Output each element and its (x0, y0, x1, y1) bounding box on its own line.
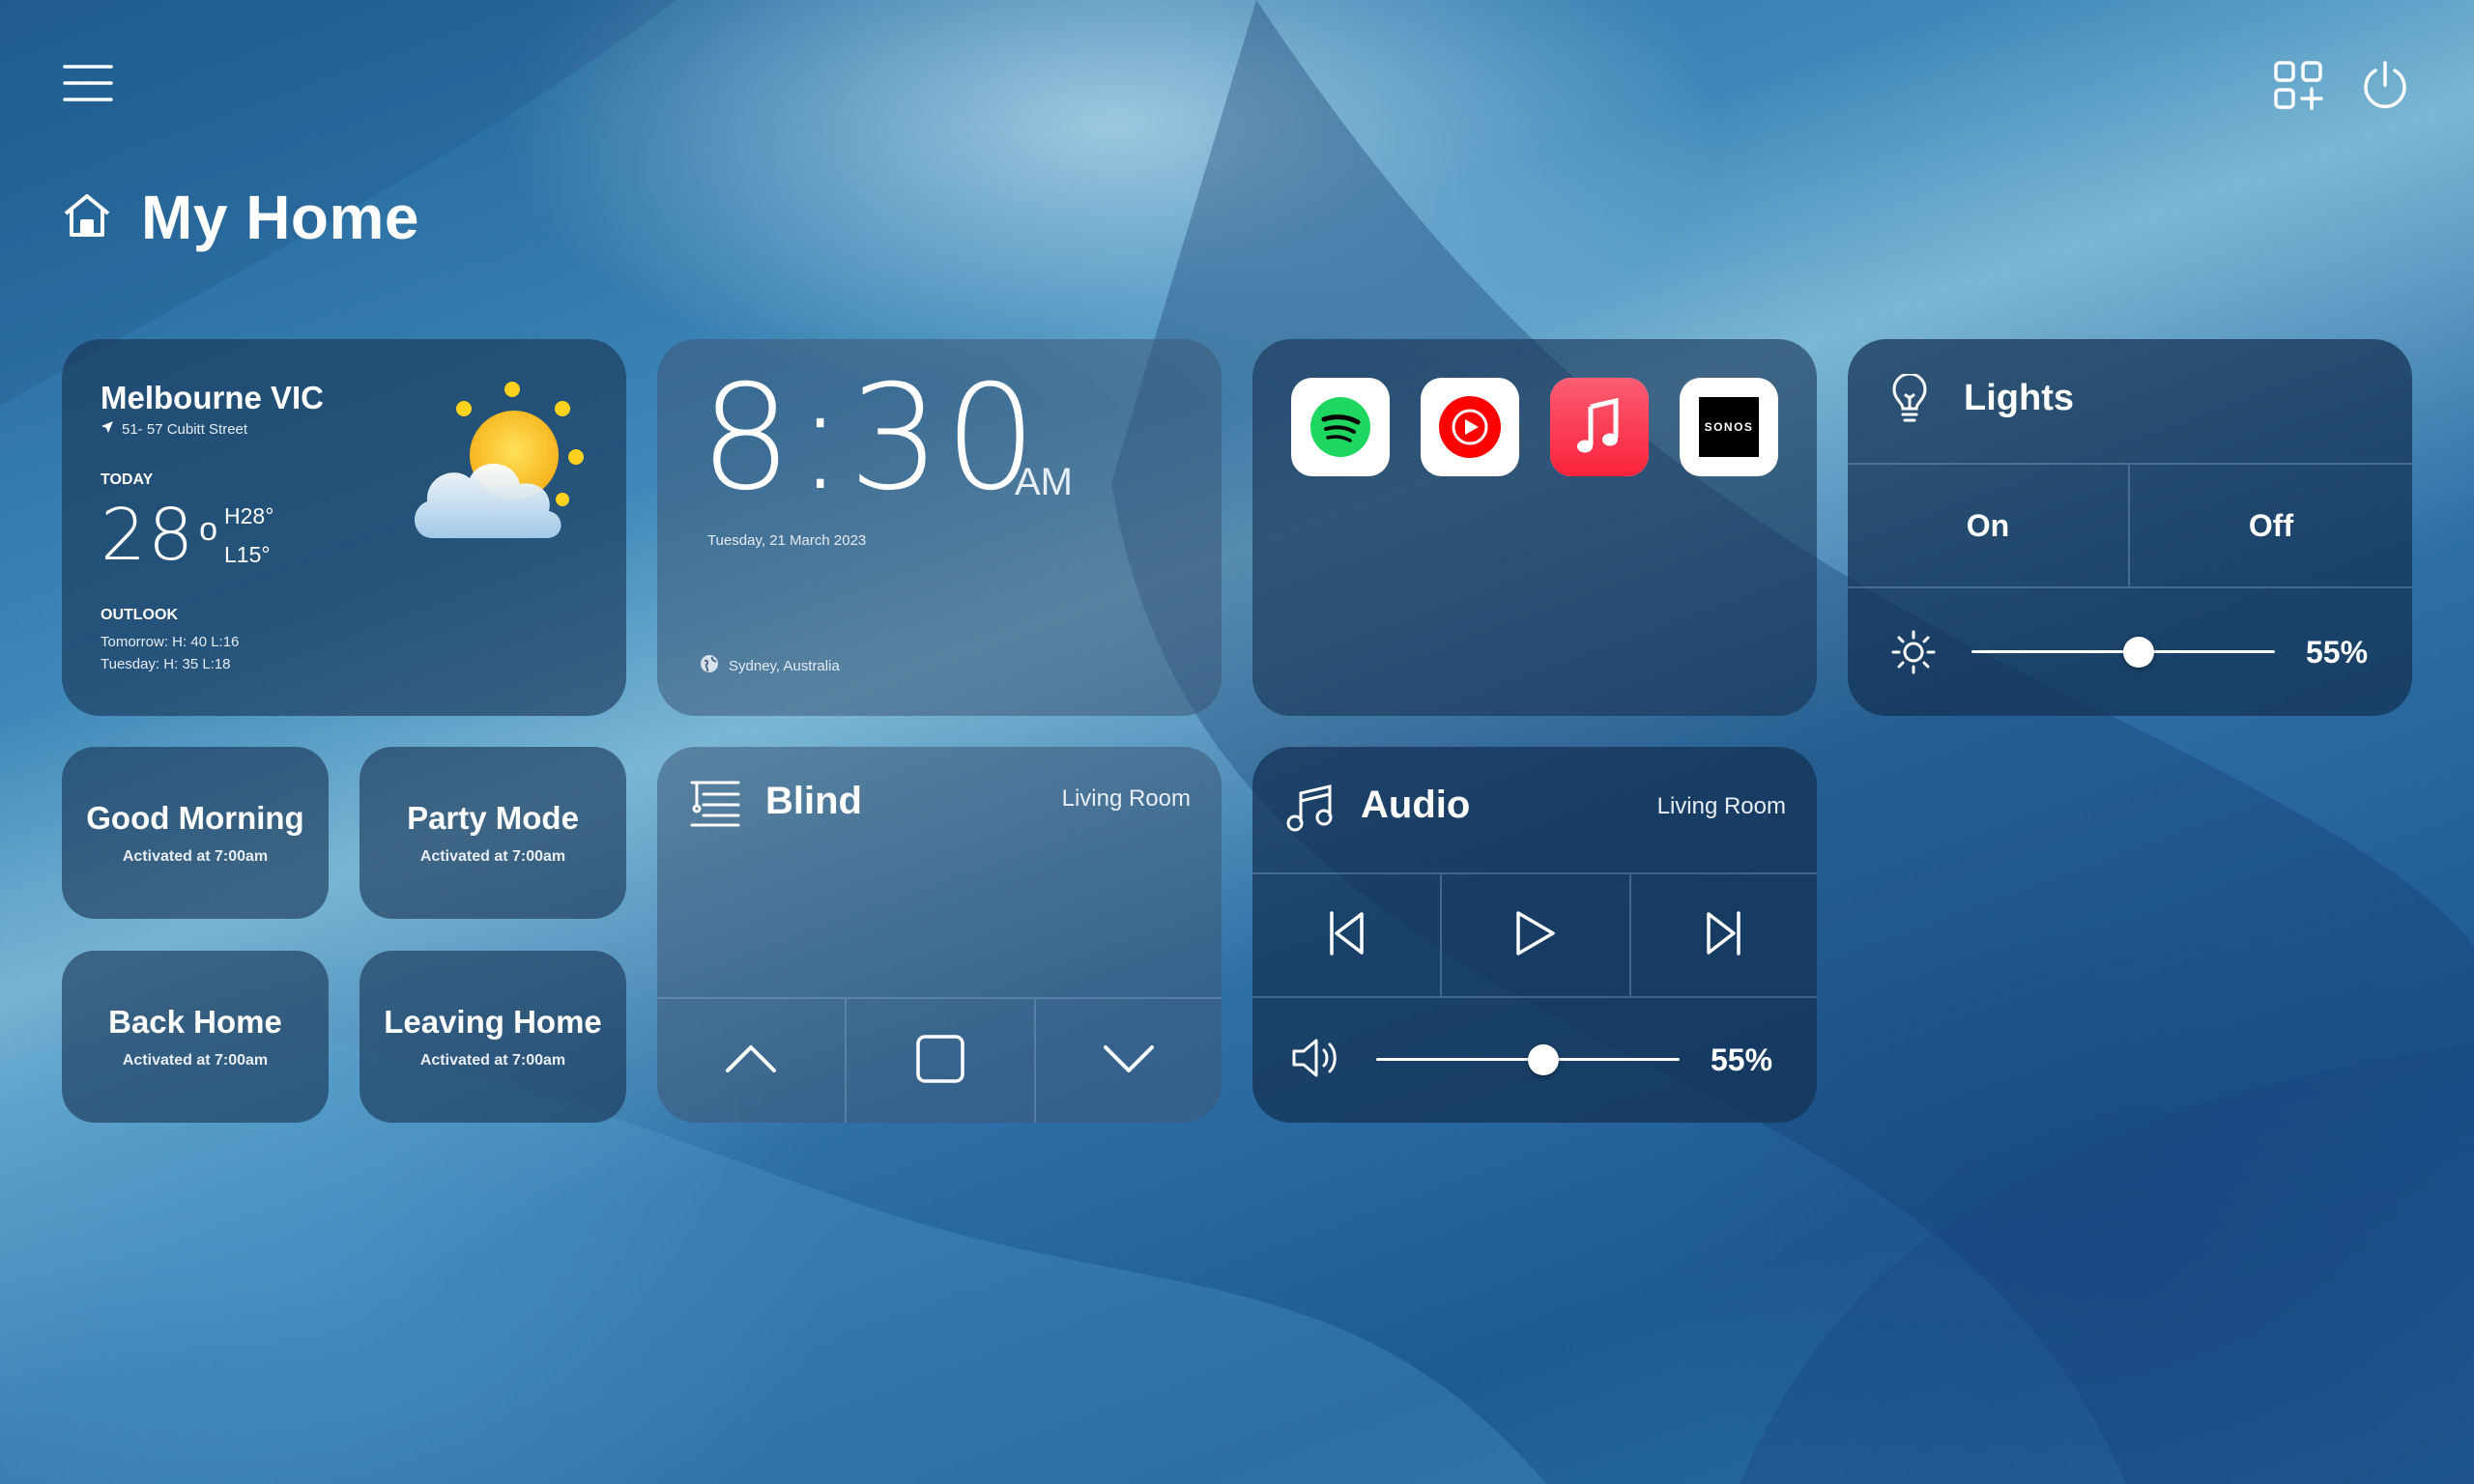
music-note-icon (1285, 784, 1334, 839)
stop-square-icon (915, 1034, 965, 1089)
blind-down-button[interactable] (1036, 999, 1222, 1123)
blind-title: Blind (765, 780, 862, 822)
high-temp: H28° (224, 503, 274, 528)
scene-leaving-home[interactable]: Leaving Home Activated at 7:00am (360, 951, 626, 1123)
scene-back-home[interactable]: Back Home Activated at 7:00am (62, 951, 329, 1123)
volume-slider-thumb[interactable] (1527, 1044, 1559, 1075)
skip-forward-icon (1705, 910, 1743, 961)
brightness-sun-icon (1890, 629, 1937, 680)
weather-address: 51- 57 Cubitt Street (122, 421, 248, 438)
scene-status: Activated at 7:00am (419, 848, 566, 865)
weather-city: Melbourne VIC (101, 380, 325, 415)
outlook-tuesday: Tuesday: H: 35 L:18 (101, 656, 231, 672)
add-widget-grid-icon[interactable] (2273, 60, 2323, 110)
page-header: My Home (62, 182, 419, 253)
brightness-slider-thumb[interactable] (2122, 637, 2154, 668)
blind-up-button[interactable] (657, 999, 845, 1123)
clock-time: 8:30 (700, 355, 1041, 523)
scene-party-mode[interactable]: Party Mode Activated at 7:00am (360, 747, 626, 919)
weather-card[interactable]: Melbourne VIC 51- 57 Cubitt Street TODAY… (62, 339, 626, 716)
brightness-percent: 55% (2306, 635, 2369, 670)
scene-status: Activated at 7:00am (122, 848, 269, 865)
lights-card: Lights On Off 55% (1848, 339, 2412, 716)
current-temperature: 28 (101, 494, 196, 577)
lights-title: Lights (1964, 378, 2074, 418)
lights-on-button[interactable]: On (1848, 465, 2128, 586)
skip-back-icon (1327, 910, 1366, 961)
play-icon (1514, 909, 1557, 962)
location-arrow-icon (101, 420, 114, 439)
partly-cloudy-sun-icon (406, 382, 590, 551)
audio-room: Living Room (1656, 793, 1786, 819)
globe-icon (700, 654, 719, 678)
scene-status: Activated at 7:00am (122, 1052, 269, 1069)
scene-name: Good Morning (86, 800, 304, 836)
outlook-tomorrow: Tomorrow: H: 40 L:16 (101, 634, 240, 650)
clock-card: 8:30 AM Tuesday, 21 March 2023 Sydney, A… (657, 339, 1222, 716)
play-button[interactable] (1442, 874, 1629, 996)
clock-location: Sydney, Australia (729, 658, 840, 674)
today-label: TODAY (101, 471, 154, 488)
power-icon[interactable] (2360, 60, 2410, 110)
degree-symbol: o (199, 511, 218, 548)
volume-speaker-icon (1291, 1037, 1341, 1084)
lights-on-label: On (1966, 507, 2010, 543)
hamburger-menu-icon[interactable] (62, 62, 114, 104)
chevron-up-icon (724, 1043, 778, 1079)
spotify-icon[interactable] (1291, 378, 1390, 476)
scene-good-morning[interactable]: Good Morning Activated at 7:00am (62, 747, 329, 919)
skip-back-button[interactable] (1252, 874, 1440, 996)
blind-card: Blind Living Room (657, 747, 1222, 1123)
audio-card: Audio Living Room 55% (1252, 747, 1817, 1123)
page-title: My Home (141, 183, 419, 252)
apple-music-icon[interactable] (1550, 378, 1649, 476)
blind-icon (690, 780, 740, 833)
youtube-music-icon[interactable] (1421, 378, 1519, 476)
home-icon (62, 192, 112, 243)
blind-stop-button[interactable] (847, 999, 1034, 1123)
music-apps-card: SONOS (1252, 339, 1817, 716)
chevron-down-icon (1102, 1043, 1156, 1079)
blind-room: Living Room (1061, 785, 1191, 812)
sonos-logo-text: SONOS (1704, 420, 1754, 434)
scene-name: Back Home (108, 1004, 282, 1040)
scene-name: Party Mode (407, 800, 579, 836)
lights-off-label: Off (2248, 507, 2294, 543)
lightbulb-icon (1890, 372, 1929, 429)
sonos-icon[interactable]: SONOS (1680, 378, 1778, 476)
outlook-label: OUTLOOK (101, 607, 178, 623)
clock-ampm: AM (1015, 461, 1073, 503)
low-temp: L15° (224, 542, 271, 567)
volume-percent: 55% (1711, 1042, 1773, 1077)
scene-status: Activated at 7:00am (419, 1052, 566, 1069)
clock-date: Tuesday, 21 March 2023 (707, 532, 867, 549)
lights-off-button[interactable]: Off (2130, 465, 2412, 586)
scene-name: Leaving Home (384, 1004, 602, 1040)
audio-title: Audio (1361, 784, 1471, 826)
skip-forward-button[interactable] (1631, 874, 1817, 996)
